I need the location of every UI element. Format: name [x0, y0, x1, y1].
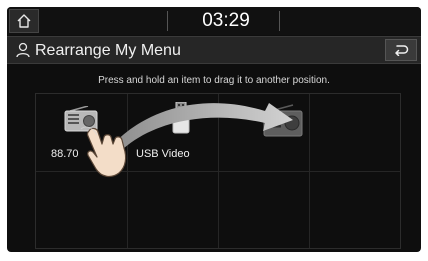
- drop-target-slot[interactable]: [219, 94, 309, 171]
- status-divider: [167, 11, 168, 31]
- menu-item-usb-video[interactable]: USB Video: [128, 94, 218, 171]
- radio-icon: [64, 106, 98, 132]
- head-unit-screen: 03:29 Rearrange My Menu Press and hold a…: [7, 7, 421, 252]
- menu-grid: 88.70 USB Video: [35, 93, 401, 249]
- home-icon: [17, 14, 31, 28]
- instruction-text: Press and hold an item to drag it to ano…: [98, 75, 330, 86]
- home-button[interactable]: [9, 9, 39, 33]
- back-button[interactable]: [385, 39, 417, 61]
- page-title: Rearrange My Menu: [35, 42, 181, 59]
- menu-item-label: 88.70: [51, 148, 79, 160]
- back-arrow-icon: [395, 45, 409, 56]
- menu-slot-empty[interactable]: [310, 94, 400, 171]
- title-bar: Rearrange My Menu: [7, 36, 421, 64]
- menu-item-label: USB Video: [136, 148, 190, 160]
- menu-slot-empty[interactable]: [36, 172, 127, 248]
- status-bar: 03:29: [7, 7, 421, 35]
- usb-icon: [172, 102, 190, 134]
- status-divider: [279, 11, 280, 31]
- menu-slot-empty[interactable]: [310, 172, 400, 248]
- menu-slot-empty[interactable]: [219, 172, 309, 248]
- clock: 03:29: [202, 10, 250, 31]
- menu-item-radio[interactable]: 88.70: [36, 94, 127, 171]
- user-icon: [16, 42, 30, 58]
- radio-icon: [263, 104, 303, 137]
- menu-slot-empty[interactable]: [128, 172, 218, 248]
